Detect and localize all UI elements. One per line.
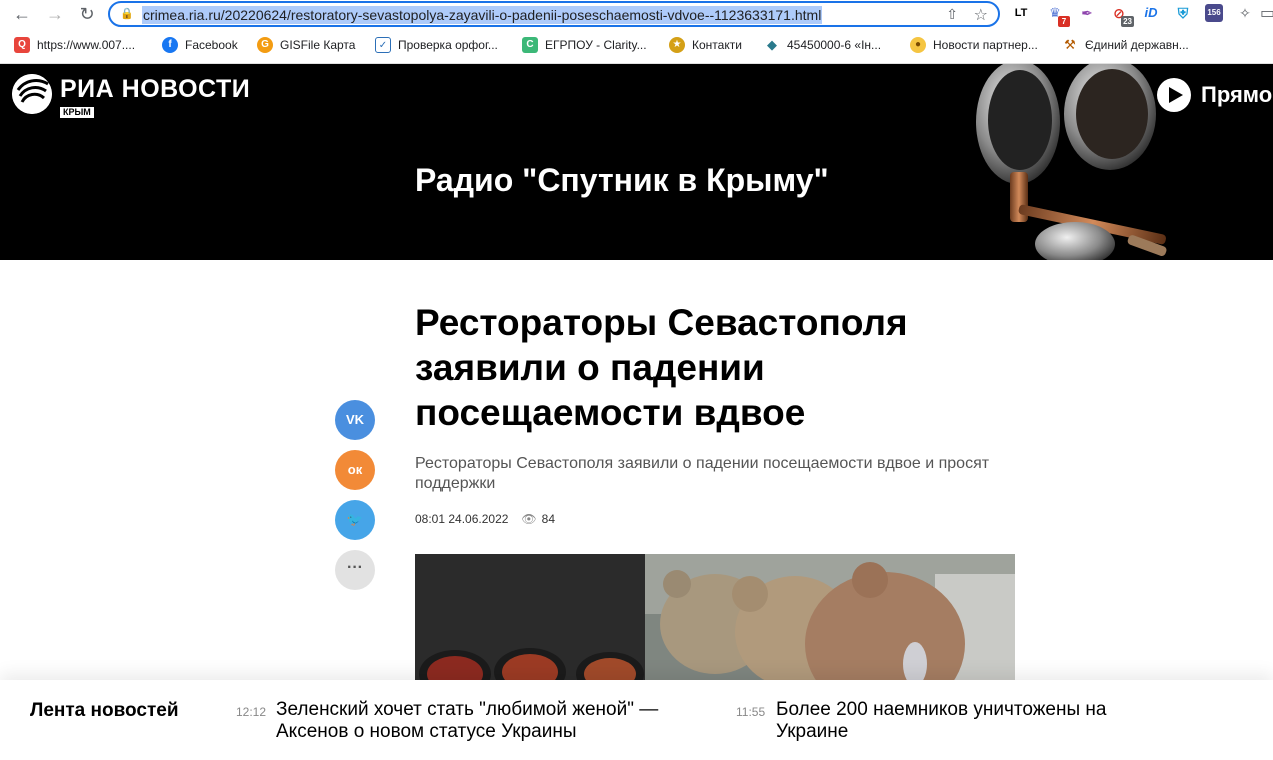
diamond-icon: ◆ [764,37,780,53]
play-icon[interactable] [1157,78,1191,112]
article-views: 84 [541,512,556,526]
search-icon: Q [14,37,30,53]
radio-title[interactable]: Радио "Спутник в Крыму" [415,162,829,199]
news-time: 11:55 [736,705,766,719]
bookmark-item[interactable]: G GISFile Карта [257,37,355,53]
site-logo[interactable]: РИА НОВОСТИ КРЫМ [12,74,250,120]
reload-icon[interactable]: ↻ [77,4,97,24]
star-icon[interactable]: ☆ [974,5,988,25]
share-ok-button[interactable]: ок [335,450,375,490]
logo-title: РИА НОВОСТИ [60,75,251,103]
twitter-icon: 🐦 [346,512,364,527]
eye-icon: 👁 [521,512,537,526]
blocker-icon[interactable]: ⊘ 23 [1110,4,1134,27]
news-feed-title[interactable]: Лента новостей [30,700,179,722]
bookmark-item[interactable]: ● Новости партнер... [910,37,1038,53]
vk-icon: VK [345,412,365,427]
back-arrow-icon[interactable]: ← [12,4,32,24]
browser-chrome: ← → ↻ 🔒 crimea.ria.ru/20220624/restorato… [0,0,1273,64]
article-photo [415,554,1015,684]
news-item-link[interactable]: Более 200 наемников уничтожены на Украин… [776,699,1176,743]
teddy-bears-image [415,554,1015,684]
lt-icon[interactable]: LT [1012,4,1030,22]
share-icon[interactable]: ⇧ [946,6,958,23]
article-datetime: 08:01 24.06.2022 [415,512,509,526]
more-icon: ··· [347,559,363,576]
feather-icon[interactable]: ✒ [1078,4,1096,22]
article-meta: 08:01 24.06.2022 👁 84 [415,511,555,527]
facebook-icon: f [162,37,178,53]
news-feed-bar: Лента новостей 12:12 Зеленский хочет ста… [0,680,1273,760]
id-icon[interactable]: iD [1142,4,1160,22]
contacts-icon: ★ [669,37,685,53]
share-vk-button[interactable]: VK [335,400,375,440]
lock-icon[interactable]: 🔒 [120,7,134,21]
gisfile-icon: G [257,37,273,53]
extension-badge: 23 [1121,16,1134,27]
address-url[interactable]: crimea.ria.ru/20220624/restoratory-sevas… [142,6,823,24]
bookmark-item[interactable]: ◆ 45450000-6 «Ін... [764,37,881,53]
address-bar[interactable]: 🔒 crimea.ria.ru/20220624/restoratory-sev… [108,1,1000,27]
partner-news-icon: ● [910,37,926,53]
article-lead: Рестораторы Севастополя заявили о падени… [415,455,990,492]
bookmark-item[interactable]: ⚒ Єдиний державн... [1062,37,1189,53]
extensions-icon[interactable]: ✧ [1236,4,1254,22]
bookmark-item[interactable]: ★ Контакти [669,37,742,53]
forward-arrow-icon[interactable]: → [45,4,65,24]
clarity-icon: C [522,37,538,53]
share-twitter-button[interactable]: 🐦 [335,500,375,540]
calendar-icon[interactable]: 156 [1205,4,1223,22]
logo-region: КРЫМ [60,107,94,118]
shield-icon[interactable]: ⛨ [1174,4,1192,22]
article-headline: Рестораторы Севастополя заявили о падени… [415,302,908,433]
bookmark-item[interactable]: C ЕГРПОУ - Clarity... [522,37,647,53]
spellcheck-icon: ✓ [375,37,391,53]
extension-badge: 7 [1058,16,1070,27]
share-more-button[interactable]: ··· [335,550,375,590]
news-time: 12:12 [236,705,267,719]
puzzle-person-icon[interactable]: ♛ 7 [1046,4,1070,27]
odnoklassniki-icon: ок [347,462,363,477]
logo-icon [12,74,52,114]
bookmark-item[interactable]: ✓ Проверка орфог... [375,37,498,53]
bookmark-item[interactable]: f Facebook [162,37,238,53]
bookmarks-bar: Qhttps://www.007.... f Facebook G GISFile … [0,32,1273,58]
bookmark-item[interactable]: Qhttps://www.007.... [14,37,135,53]
gavel-icon: ⚒ [1062,37,1078,53]
window-icon[interactable]: ▭ [1260,3,1273,23]
site-header: РИА НОВОСТИ КРЫМ Радио "Спутник в Крыму" [0,64,1273,260]
news-item-link[interactable]: Зеленский хочет стать "любимой женой" — … [276,699,706,743]
live-label[interactable]: Прямо [1201,82,1272,108]
